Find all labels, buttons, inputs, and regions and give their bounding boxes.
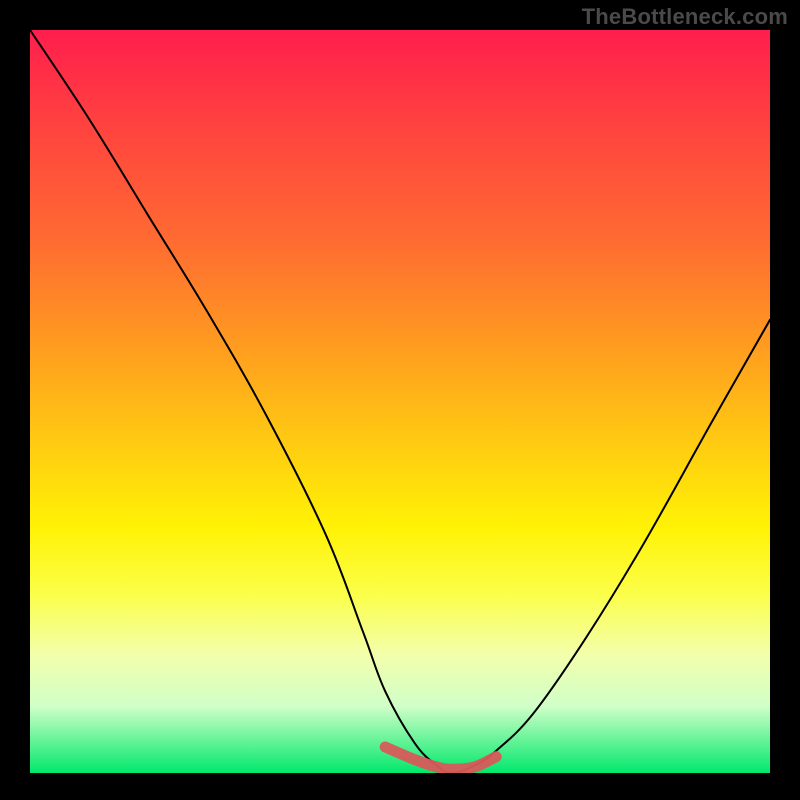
chart-frame: TheBottleneck.com xyxy=(0,0,800,800)
chart-svg xyxy=(30,30,770,773)
valley-marker xyxy=(385,747,496,769)
plot-area xyxy=(30,30,770,773)
watermark-text: TheBottleneck.com xyxy=(582,4,788,30)
bottleneck-curve xyxy=(30,30,770,773)
